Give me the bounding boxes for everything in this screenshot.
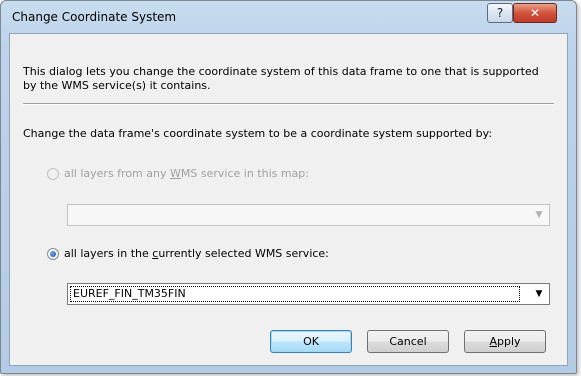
dialog-body: This dialog lets you change the coordina… xyxy=(9,33,568,366)
radio-selected-service[interactable] xyxy=(47,248,59,260)
any-service-dropdown[interactable]: ▼ xyxy=(67,204,550,226)
title-bar[interactable]: Change Coordinate System ? ✕ xyxy=(1,1,576,33)
close-button[interactable]: ✕ xyxy=(513,3,557,23)
coordinate-system-dropdown[interactable]: EUREF_FIN_TM35FIN ▼ xyxy=(67,283,550,305)
cancel-button[interactable]: Cancel xyxy=(367,330,449,353)
radio-all-layers-any-service[interactable] xyxy=(47,168,59,180)
separator xyxy=(23,103,554,105)
chevron-down-icon[interactable]: ▼ xyxy=(529,284,549,304)
change-label: Change the data frame's coordinate syste… xyxy=(23,127,493,140)
apply-button[interactable]: Apply xyxy=(464,330,546,353)
chevron-down-icon[interactable]: ▼ xyxy=(529,205,549,225)
radio-selected-service-label: all layers in the currently selected WMS… xyxy=(64,247,329,260)
window-title: Change Coordinate System xyxy=(12,10,177,24)
help-icon: ? xyxy=(496,6,504,20)
help-button[interactable]: ? xyxy=(487,3,513,23)
ok-button[interactable]: OK xyxy=(270,330,352,353)
dialog-window: Change Coordinate System ? ✕ This dialog… xyxy=(0,0,577,374)
radio-all-layers-any-service-label: all layers from any WMS service in this … xyxy=(64,167,309,180)
coordinate-system-value: EUREF_FIN_TM35FIN xyxy=(70,286,520,302)
ok-button-label: OK xyxy=(303,335,319,348)
close-icon: ✕ xyxy=(529,6,541,20)
description-text: This dialog lets you change the coordina… xyxy=(23,65,539,92)
apply-button-label: Apply xyxy=(489,335,521,348)
cancel-button-label: Cancel xyxy=(389,335,427,348)
